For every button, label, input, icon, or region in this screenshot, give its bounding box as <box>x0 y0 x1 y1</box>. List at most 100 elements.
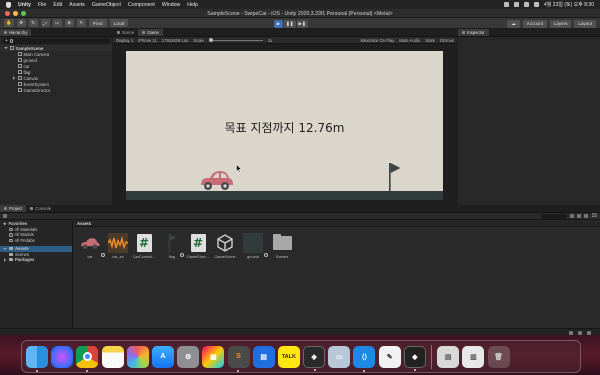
game-canvas[interactable]: 목표 지점까지 12.76m <box>126 51 443 200</box>
display-dropdown[interactable]: Display 1 <box>116 38 133 43</box>
sublime-text-icon[interactable]: S <box>227 345 250 372</box>
add-asset-icon[interactable] <box>3 214 7 218</box>
maximize-on-play-toggle[interactable]: Maximize On Play <box>361 38 395 43</box>
stats-toggle[interactable]: Stats <box>425 38 435 43</box>
trash-icon[interactable]: 🗑 <box>487 345 510 368</box>
custom-tool-icon[interactable]: ✕ <box>76 19 86 27</box>
scale-slider[interactable] <box>208 38 263 42</box>
notes-icon[interactable] <box>101 345 124 368</box>
launchpad-icon[interactable]: ▦ <box>202 345 225 368</box>
asset-car[interactable]: car <box>78 233 102 259</box>
tab-game[interactable]: Game <box>138 29 163 36</box>
asset-gamedirector[interactable]: # GameDirec... <box>186 233 210 259</box>
expand-arrow-icon[interactable] <box>3 247 7 250</box>
cache-server-icon[interactable] <box>569 330 573 335</box>
tab-scene[interactable]: Scene <box>113 29 138 36</box>
apple-icon[interactable] <box>6 1 11 8</box>
tab-hierarchy[interactable]: Hierarchy <box>0 29 32 36</box>
asset-gamescene[interactable]: GameScene <box>213 233 237 259</box>
asset-car-se[interactable]: car_se <box>106 233 130 259</box>
layout-dropdown[interactable]: Layout <box>574 19 596 28</box>
rect-tool-icon[interactable]: ▭ <box>52 19 62 27</box>
tab-inspector[interactable]: Inspector <box>458 29 489 36</box>
textedit-icon[interactable]: ✎ <box>378 345 401 368</box>
scale-slider-knob[interactable] <box>208 38 213 42</box>
expand-sprite-icon[interactable] <box>180 253 184 257</box>
flag-sprite-icon <box>168 234 177 253</box>
recent-files-icon[interactable]: ▥ <box>462 345 485 368</box>
search-icon <box>9 233 13 237</box>
menu-help[interactable]: Help <box>187 2 198 8</box>
unity-hub-icon[interactable]: ◈ <box>303 345 326 371</box>
folder-icon <box>9 258 13 262</box>
hierarchy-search[interactable]: + <box>2 38 110 44</box>
gizmos-toggle[interactable]: Gizmos <box>440 38 454 43</box>
expand-arrow-icon[interactable] <box>4 47 8 49</box>
debug-mode-icon[interactable] <box>587 330 591 335</box>
menu-assets[interactable]: Assets <box>69 2 85 8</box>
hierarchy-item-label: Main Camera <box>23 51 50 57</box>
tab-console[interactable]: Console <box>26 205 55 212</box>
collapse-arrow-icon[interactable] <box>13 76 15 80</box>
transform-tool-icon[interactable]: ⊕ <box>64 19 74 27</box>
menubar-clock[interactable]: 4월 23일 (토) 오후 8:30 <box>544 1 594 8</box>
menu-component[interactable]: Component <box>128 2 155 8</box>
device-dropdown[interactable]: iPhone 11 <box>138 38 157 43</box>
add-object-icon[interactable]: + <box>5 38 8 44</box>
siri-icon[interactable] <box>51 345 74 368</box>
pause-icon[interactable]: ❚❚ <box>284 19 296 28</box>
hierarchy-item-gamedirector[interactable]: GameDirector <box>0 87 112 93</box>
menu-window[interactable]: Window <box>162 2 180 8</box>
pivot-toggle[interactable]: Pivot <box>88 19 107 27</box>
photos-icon[interactable] <box>126 345 149 368</box>
filter-type-icon[interactable] <box>570 214 575 218</box>
csharp-script-icon: # <box>136 234 152 252</box>
preview-icon[interactable]: ▭ <box>328 345 351 368</box>
vscode-icon[interactable]: ⟨⟩ <box>353 345 376 372</box>
menu-file[interactable]: File <box>38 2 46 8</box>
assets-breadcrumb: Assets <box>74 221 600 227</box>
tab-project[interactable]: Project <box>0 205 27 212</box>
scale-tool-icon[interactable]: ⤢ <box>40 19 50 27</box>
hand-tool-icon[interactable]: ✋ <box>4 19 14 27</box>
play-icon[interactable]: ▶ <box>274 19 283 28</box>
packages-folder-row[interactable]: Packages <box>0 257 72 263</box>
app-store-icon[interactable]: A <box>151 345 174 368</box>
menu-gameobject[interactable]: GameObject <box>92 2 121 8</box>
resolution-dropdown[interactable]: 1792x828 Lan <box>162 38 189 43</box>
assets-folder-label: Assets <box>15 246 29 252</box>
hierarchy-icon <box>4 31 7 34</box>
move-tool-icon[interactable]: ✥ <box>16 19 26 27</box>
chrome-icon[interactable] <box>76 345 99 372</box>
unity-icon[interactable]: ◆ <box>403 345 426 371</box>
control-center-icon[interactable] <box>504 2 510 7</box>
collapse-arrow-icon[interactable] <box>4 257 6 262</box>
collab-icon[interactable]: ☁ <box>507 19 520 28</box>
expand-sprite-icon[interactable] <box>101 253 105 257</box>
asset-ground[interactable]: ground <box>241 233 265 259</box>
asset-scenes-folder[interactable]: Scenes <box>270 233 294 259</box>
layers-dropdown[interactable]: Layers <box>549 19 572 28</box>
local-toggle[interactable]: Local <box>109 19 129 27</box>
progress-icon[interactable] <box>578 330 582 335</box>
recent-docs-icon[interactable]: ▤ <box>437 345 460 368</box>
tab-inspector-label: Inspector <box>467 30 485 35</box>
filter-label-icon[interactable] <box>577 214 582 218</box>
expand-sprite-icon[interactable] <box>264 253 268 257</box>
input-source-icon[interactable] <box>534 2 540 7</box>
finder-icon[interactable] <box>26 345 48 372</box>
menu-app-name[interactable]: Unity <box>18 2 31 8</box>
mute-audio-toggle[interactable]: Mute Audio <box>399 38 420 43</box>
rotate-tool-icon[interactable]: ↻ <box>28 19 38 27</box>
asset-carcontroller[interactable]: # CarControll... <box>132 233 156 259</box>
search-icon[interactable] <box>524 2 530 7</box>
keynote-icon[interactable]: ▤ <box>252 345 275 368</box>
wifi-icon[interactable] <box>514 2 520 7</box>
project-search-input[interactable] <box>541 213 568 219</box>
kakaotalk-icon[interactable]: TALK <box>277 345 300 368</box>
favorite-filter-icon[interactable] <box>584 214 589 218</box>
system-preferences-icon[interactable]: ⚙ <box>177 345 200 368</box>
step-icon[interactable]: ▶❚ <box>296 19 308 28</box>
account-dropdown[interactable]: Account <box>522 19 547 28</box>
menu-edit[interactable]: Edit <box>53 2 62 8</box>
